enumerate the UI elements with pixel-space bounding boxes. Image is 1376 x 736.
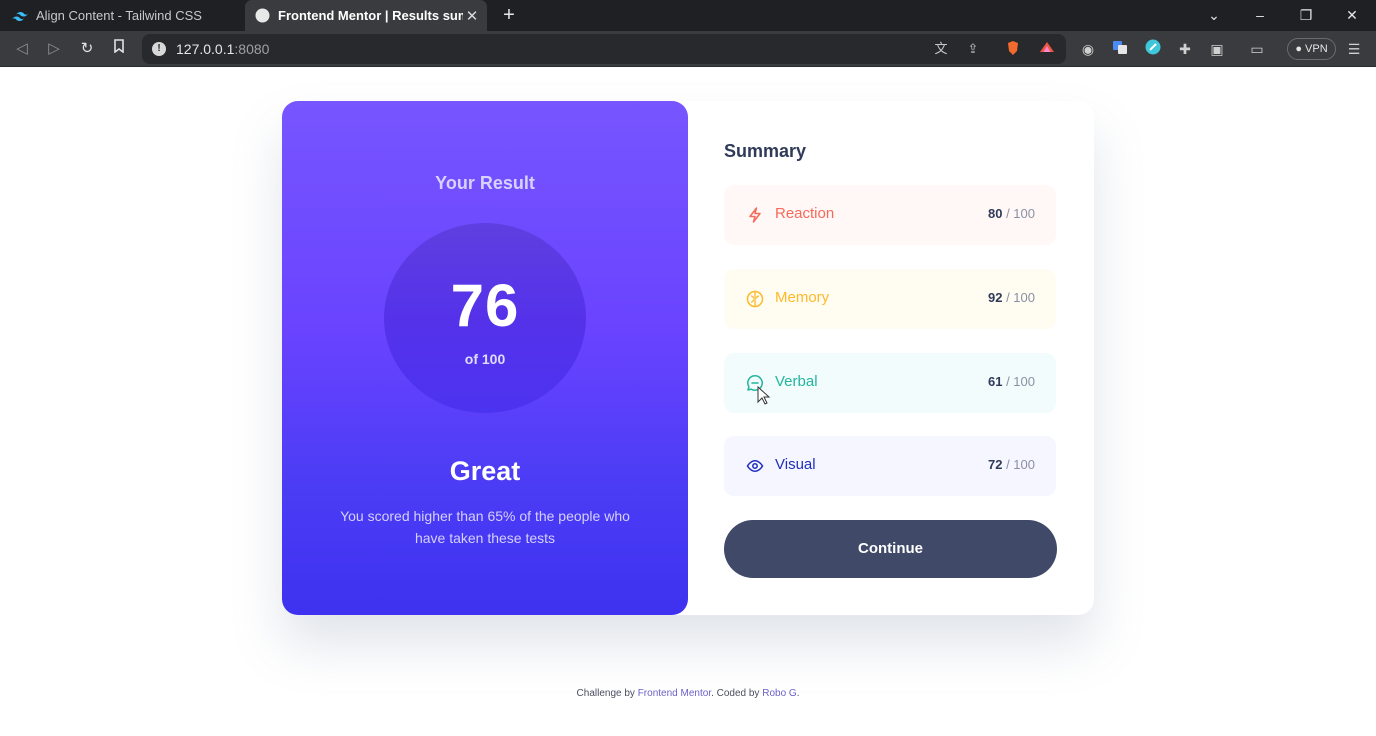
category-label: Reaction xyxy=(775,205,835,222)
back-icon[interactable]: ◁ xyxy=(11,38,33,60)
tab-title: Frontend Mentor | Results summ xyxy=(278,8,463,23)
tab-frontend-mentor[interactable]: Frontend Mentor | Results summ ✕ xyxy=(245,0,487,31)
close-tab-icon[interactable]: ✕ xyxy=(463,7,481,25)
tab-tailwind[interactable]: Align Content - Tailwind CSS xyxy=(0,0,244,31)
summary-item-visual: Visual 72 / 100 xyxy=(724,436,1056,496)
close-window-button[interactable]: ✕ xyxy=(1340,4,1364,26)
extension-teal-icon[interactable] xyxy=(1143,39,1163,59)
mouse-cursor-icon xyxy=(757,386,771,405)
summary-item-verbal: Verbal 61 / 100 xyxy=(724,353,1056,413)
vpn-button[interactable]: ● VPN xyxy=(1287,38,1336,60)
rating-label: Great xyxy=(449,456,521,486)
result-title: Your Result xyxy=(435,173,535,193)
summary-panel: Summary Reaction 80 / 100 Memory 92 / 10… xyxy=(724,101,1058,615)
category-label: Memory xyxy=(775,289,830,306)
category-score: 61 / 100 xyxy=(987,374,1035,389)
brain-icon xyxy=(746,290,764,308)
new-tab-button[interactable]: + xyxy=(499,4,519,26)
sidebar-icon[interactable]: ▣ xyxy=(1207,39,1227,59)
browser-toolbar: ◁ ▷ ↻ ! 127.0.0.1:8080 文 ⇪ ◉ ✚ ▣ ▭ ● VPN… xyxy=(0,31,1376,67)
frontend-mentor-link[interactable]: Frontend Mentor xyxy=(638,688,711,699)
forward-icon[interactable]: ▷ xyxy=(43,38,65,60)
tailwind-icon xyxy=(12,8,28,24)
summary-title: Summary xyxy=(724,141,807,161)
browser-tab-bar: Align Content - Tailwind CSS Frontend Me… xyxy=(0,0,1376,31)
category-score: 80 / 100 xyxy=(987,206,1035,221)
translate-icon[interactable]: 文 xyxy=(932,40,950,58)
extension-glasses-icon[interactable]: ◉ xyxy=(1078,39,1098,59)
lightning-icon xyxy=(746,206,764,224)
category-label: Verbal xyxy=(775,373,818,390)
category-label: Visual xyxy=(775,456,816,473)
menu-icon[interactable]: ☰ xyxy=(1344,39,1364,59)
tab-search-icon[interactable]: ⌄ xyxy=(1202,4,1226,26)
category-score: 72 / 100 xyxy=(987,457,1035,472)
score-of: of 100 xyxy=(464,351,506,367)
wallet-icon[interactable]: ▭ xyxy=(1247,39,1267,59)
site-info-icon[interactable]: ! xyxy=(152,42,166,56)
restore-button[interactable]: ❐ xyxy=(1294,4,1318,26)
share-icon[interactable]: ⇪ xyxy=(964,40,982,58)
page-content: Your Result 76 of 100 Great You scored h… xyxy=(0,68,1376,736)
google-translate-icon[interactable] xyxy=(1110,39,1130,59)
brave-shield-icon[interactable] xyxy=(1004,40,1022,58)
extensions-puzzle-icon[interactable]: ✚ xyxy=(1175,39,1195,59)
brave-rewards-icon[interactable] xyxy=(1038,40,1056,58)
eye-icon xyxy=(746,457,764,475)
continue-button[interactable]: Continue xyxy=(724,520,1057,578)
summary-item-memory: Memory 92 / 100 xyxy=(724,269,1056,329)
score-circle: 76 of 100 xyxy=(384,223,586,413)
bookmark-icon[interactable] xyxy=(108,38,130,60)
result-description: You scored higher than 65% of the people… xyxy=(340,508,630,546)
minimize-button[interactable]: – xyxy=(1248,4,1272,26)
category-score: 92 / 100 xyxy=(987,290,1035,305)
attribution: Challenge by Frontend Mentor. Coded by R… xyxy=(576,688,800,699)
results-summary-card: Your Result 76 of 100 Great You scored h… xyxy=(282,101,1094,615)
score-value: 76 xyxy=(450,272,520,339)
summary-item-reaction: Reaction 80 / 100 xyxy=(724,185,1056,245)
address-bar[interactable]: ! 127.0.0.1:8080 文 ⇪ xyxy=(142,34,1066,64)
url-text: 127.0.0.1:8080 xyxy=(176,41,270,57)
globe-icon xyxy=(254,8,270,24)
author-link[interactable]: Robo G xyxy=(762,688,796,699)
result-panel: Your Result 76 of 100 Great You scored h… xyxy=(282,101,688,615)
tab-title: Align Content - Tailwind CSS xyxy=(36,8,202,23)
reload-icon[interactable]: ↻ xyxy=(76,38,98,60)
